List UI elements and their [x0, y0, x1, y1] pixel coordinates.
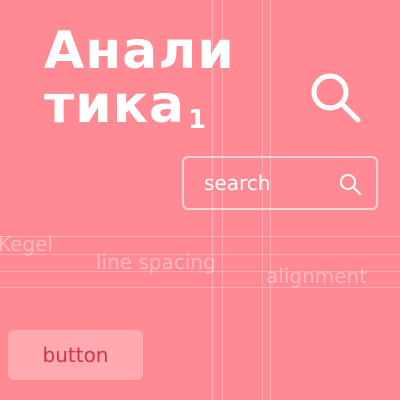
title-line-1: Анали	[44, 21, 235, 81]
page-title: Анали тика 1	[44, 24, 235, 147]
title-line-2: тика 1	[44, 78, 235, 147]
search-icon[interactable]	[338, 172, 362, 196]
alignment-label: alignment	[266, 264, 368, 288]
search-field[interactable]	[182, 156, 378, 210]
search-icon[interactable]	[308, 70, 364, 126]
guide-line	[0, 236, 400, 237]
kegel-label: Kegel	[0, 232, 53, 256]
button[interactable]: button	[8, 330, 143, 380]
search-input[interactable]	[204, 171, 324, 195]
line-spacing-label: line spacing	[96, 250, 216, 274]
title-line-2-text: тика	[44, 75, 185, 135]
title-subscript: 1	[187, 105, 207, 135]
